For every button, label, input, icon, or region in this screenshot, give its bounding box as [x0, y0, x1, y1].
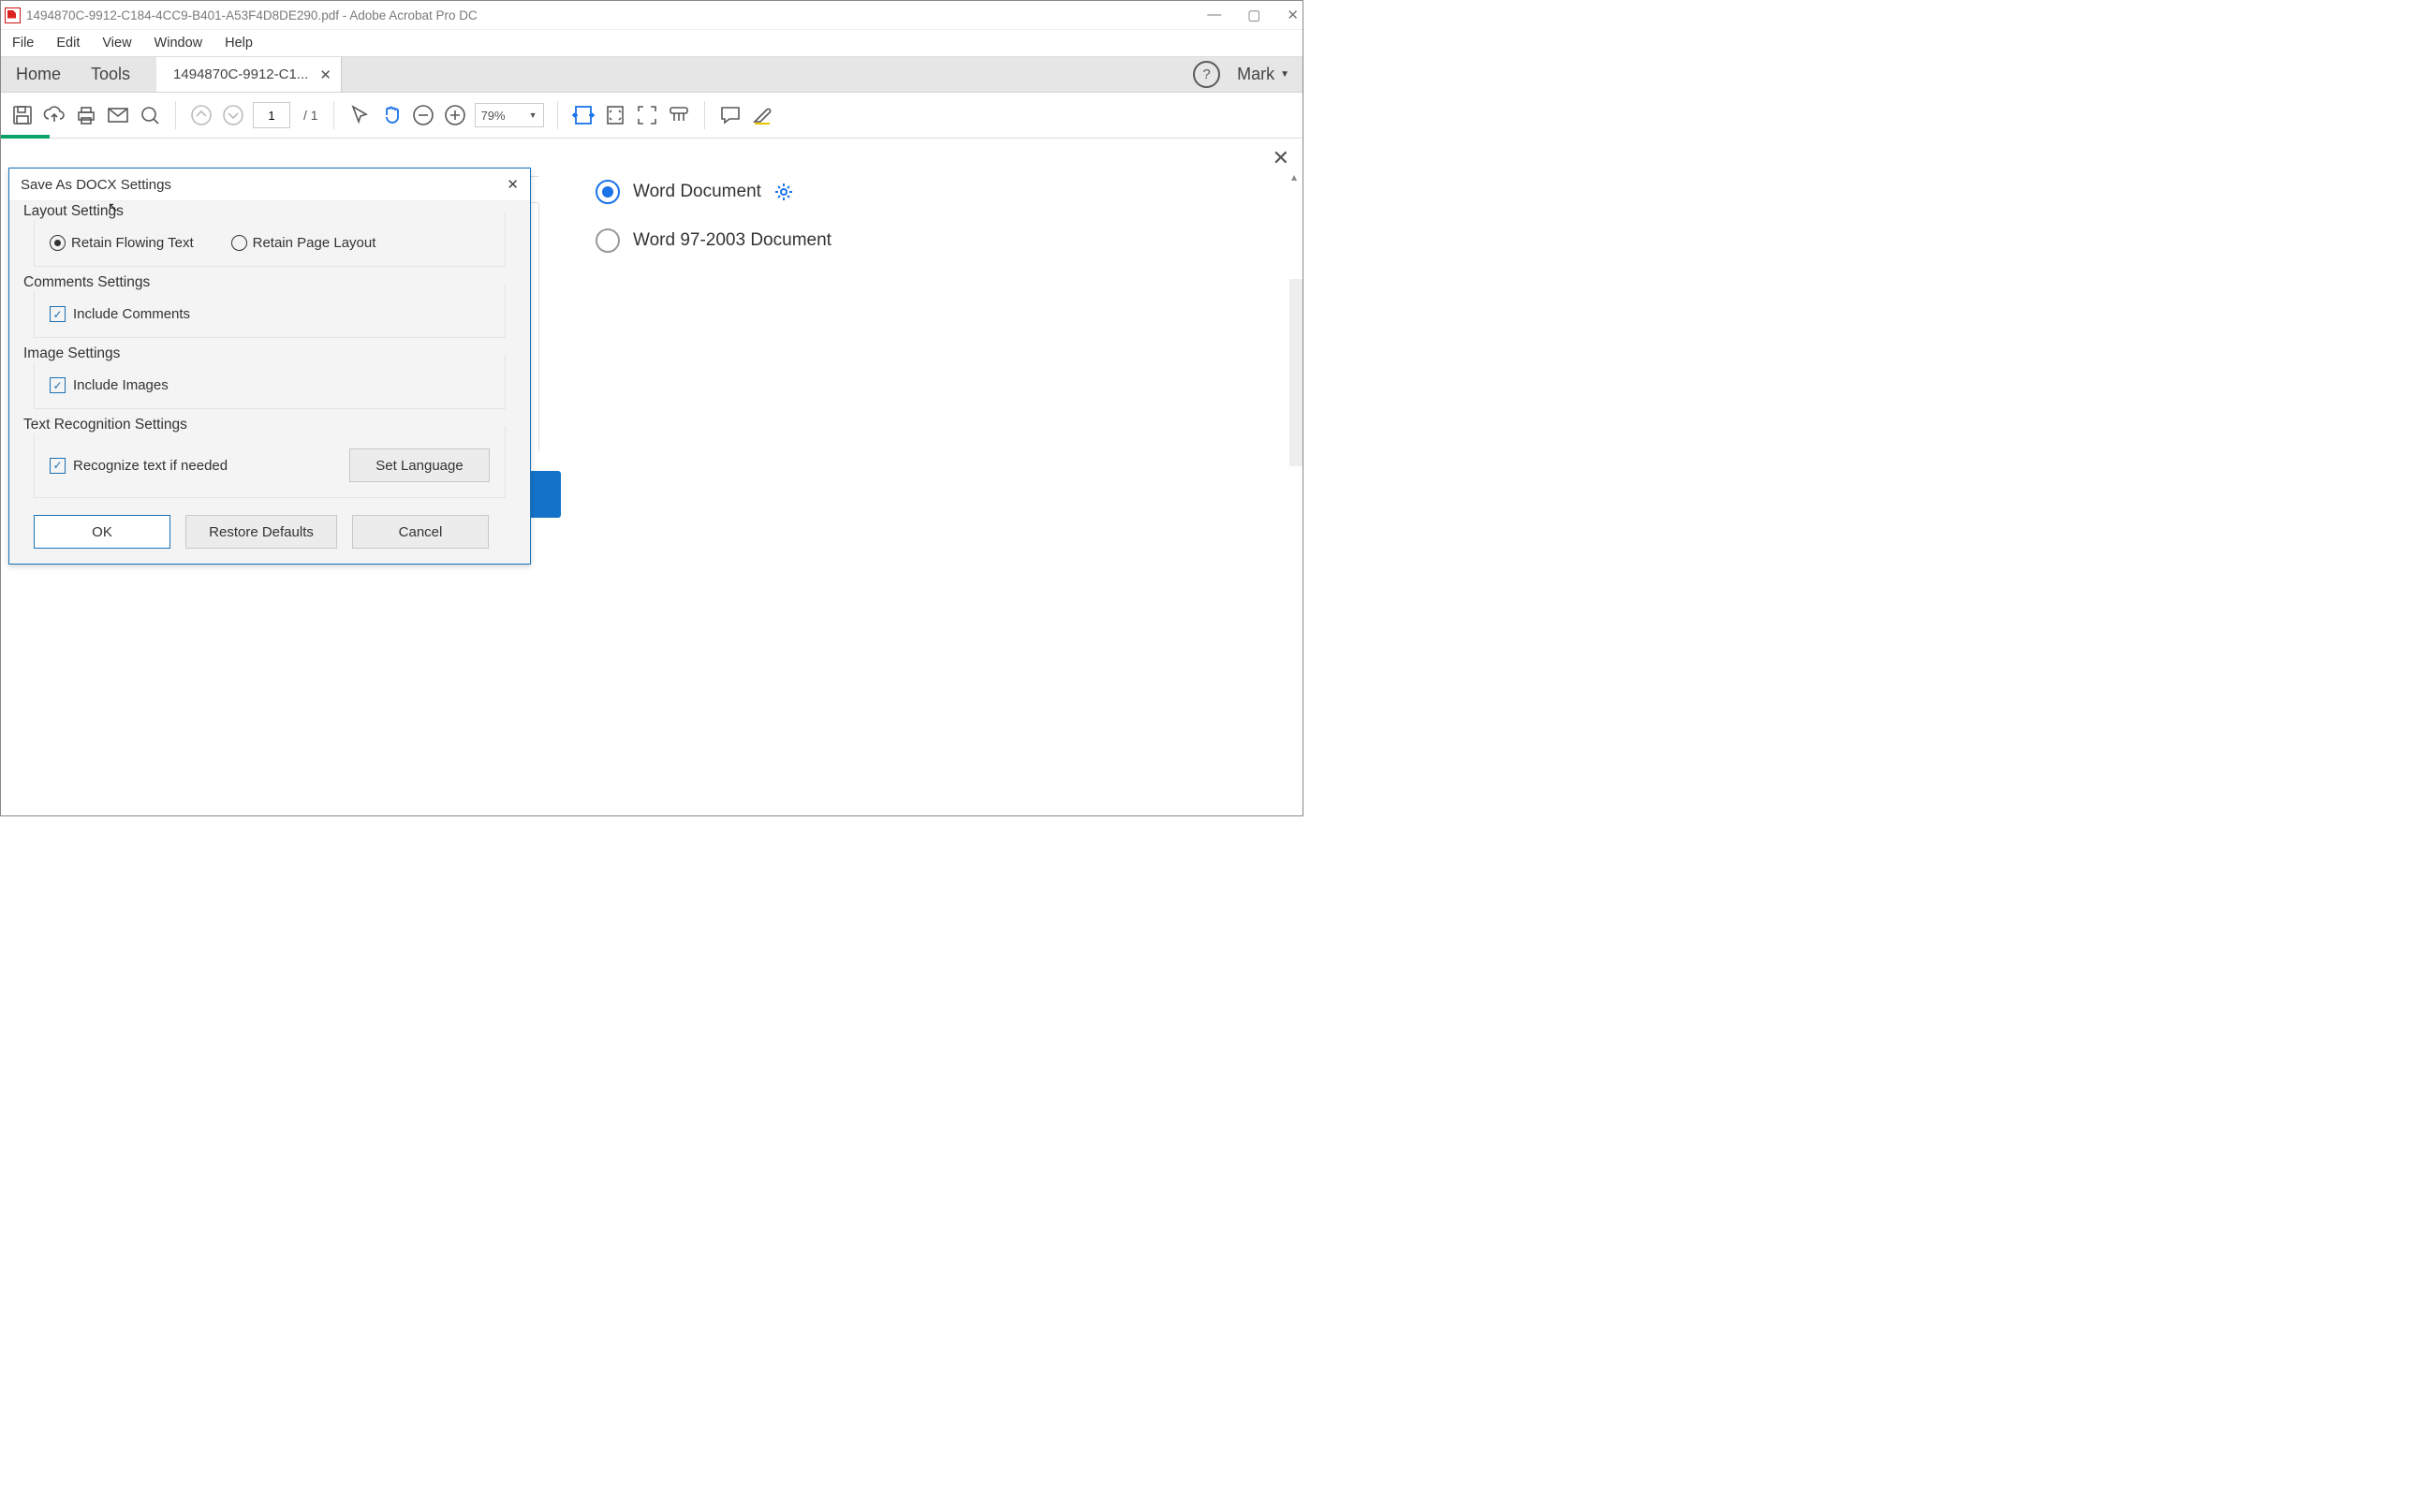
- scrollbar[interactable]: [1289, 279, 1303, 466]
- dropdown-caret-icon: ▼: [1280, 69, 1289, 80]
- dialog-close-icon[interactable]: ✕: [507, 176, 519, 193]
- hand-icon[interactable]: [379, 103, 404, 127]
- menu-edit[interactable]: Edit: [56, 36, 80, 51]
- tab-tools[interactable]: Tools: [76, 57, 145, 92]
- zoom-in-icon[interactable]: [443, 103, 467, 127]
- page-up-icon[interactable]: [189, 103, 213, 127]
- export-subformat-list: Word Document Word 97-2003 Document: [596, 176, 832, 451]
- separator: [333, 101, 334, 129]
- dropdown-caret-icon: ▼: [529, 110, 537, 120]
- window-title: 1494870C-9912-C184-4CC9-B401-A53F4D8DE29…: [26, 8, 478, 22]
- export-option-doc97-label: Word 97-2003 Document: [633, 230, 832, 251]
- dialog-title: Save As DOCX Settings: [21, 177, 171, 193]
- radio-retain-flowing[interactable]: Retain Flowing Text: [50, 235, 194, 251]
- restore-defaults-button[interactable]: Restore Defaults: [185, 515, 337, 549]
- tab-document-label: 1494870C-9912-C1...: [173, 66, 308, 82]
- radio-checked-icon: [50, 235, 66, 251]
- layout-settings-group: Layout Settings Retain Flowing Text Reta…: [34, 213, 506, 267]
- set-language-button[interactable]: Set Language: [349, 448, 490, 482]
- export-option-docx-label: Word Document: [633, 182, 761, 202]
- minimize-icon[interactable]: —: [1207, 7, 1221, 23]
- highlight-icon[interactable]: [750, 103, 774, 127]
- separator: [704, 101, 705, 129]
- search-icon[interactable]: [138, 103, 162, 127]
- export-option-docx[interactable]: Word Document: [596, 180, 832, 204]
- maximize-icon[interactable]: ▢: [1247, 7, 1260, 23]
- radio-retain-page-layout[interactable]: Retain Page Layout: [231, 235, 376, 251]
- checkbox-include-comments[interactable]: ✓ Include Comments: [50, 306, 490, 322]
- export-option-doc97[interactable]: Word 97-2003 Document: [596, 228, 832, 253]
- toolbar: / 1 79% ▼: [1, 93, 1303, 139]
- page-down-icon[interactable]: [221, 103, 245, 127]
- menu-view[interactable]: View: [102, 36, 131, 51]
- gear-icon[interactable]: [774, 183, 793, 201]
- layout-legend: Layout Settings: [18, 203, 129, 220]
- mail-icon[interactable]: [106, 103, 130, 127]
- scroll-up-arrow-icon[interactable]: ▴: [1291, 170, 1297, 183]
- tab-home[interactable]: Home: [1, 57, 76, 92]
- tab-document[interactable]: 1494870C-9912-C1... ✕: [156, 57, 342, 92]
- settings-dialog: Save As DOCX Settings ✕ Layout Settings …: [8, 168, 531, 565]
- textrec-legend: Text Recognition Settings: [18, 417, 193, 433]
- separator: [557, 101, 558, 129]
- checkbox-include-images[interactable]: ✓ Include Images: [50, 377, 490, 393]
- app-window: 1494870C-9912-C184-4CC9-B401-A53F4D8DE29…: [0, 0, 1303, 816]
- pdf-icon: [5, 7, 21, 23]
- cancel-button[interactable]: Cancel: [352, 515, 489, 549]
- radio-unchecked-icon: [596, 228, 620, 253]
- print-icon[interactable]: [74, 103, 98, 127]
- tab-close-icon[interactable]: ✕: [319, 66, 331, 83]
- menu-help[interactable]: Help: [225, 36, 253, 51]
- menu-window[interactable]: Window: [155, 36, 203, 51]
- menu-file[interactable]: File: [12, 36, 34, 51]
- radio-unchecked-icon: [231, 235, 247, 251]
- close-window-icon[interactable]: ✕: [1287, 7, 1299, 23]
- fit-width-icon[interactable]: [571, 103, 596, 127]
- zoom-value: 79%: [481, 109, 506, 123]
- comment-icon[interactable]: [718, 103, 743, 127]
- cloud-upload-icon[interactable]: [42, 103, 66, 127]
- reading-mode-icon[interactable]: [667, 103, 691, 127]
- close-panel-icon[interactable]: ✕: [1273, 146, 1289, 170]
- help-icon[interactable]: ?: [1193, 61, 1220, 88]
- checkbox-recognize-text[interactable]: ✓ Recognize text if needed: [50, 458, 228, 474]
- checkbox-checked-icon: ✓: [50, 306, 66, 322]
- ok-button[interactable]: OK: [34, 515, 170, 549]
- zoom-out-icon[interactable]: [411, 103, 435, 127]
- fullscreen-icon[interactable]: [635, 103, 659, 127]
- comments-legend: Comments Settings: [18, 274, 155, 291]
- save-icon[interactable]: [10, 103, 35, 127]
- checkbox-checked-icon: ✓: [50, 377, 66, 393]
- page-total: / 1: [303, 108, 318, 123]
- images-legend: Image Settings: [18, 345, 125, 362]
- fit-page-icon[interactable]: [603, 103, 627, 127]
- zoom-select[interactable]: 79% ▼: [475, 103, 544, 127]
- comments-settings-group: Comments Settings ✓ Include Comments: [34, 284, 506, 338]
- tabstrip: Home Tools 1494870C-9912-C1... ✕ ? Mark …: [1, 56, 1303, 93]
- image-settings-group: Image Settings ✓ Include Images: [34, 355, 506, 409]
- separator: [175, 101, 176, 129]
- checkbox-checked-icon: ✓: [50, 458, 66, 474]
- pointer-icon[interactable]: [347, 103, 372, 127]
- page-number-input[interactable]: [253, 102, 290, 128]
- radio-checked-icon: [596, 180, 620, 204]
- user-name: Mark: [1237, 65, 1274, 84]
- titlebar: 1494870C-9912-C184-4CC9-B401-A53F4D8DE29…: [1, 1, 1303, 30]
- menubar: File Edit View Window Help: [1, 30, 1303, 56]
- user-menu[interactable]: Mark ▼: [1237, 65, 1289, 84]
- text-recognition-group: Text Recognition Settings ✓ Recognize te…: [34, 426, 506, 498]
